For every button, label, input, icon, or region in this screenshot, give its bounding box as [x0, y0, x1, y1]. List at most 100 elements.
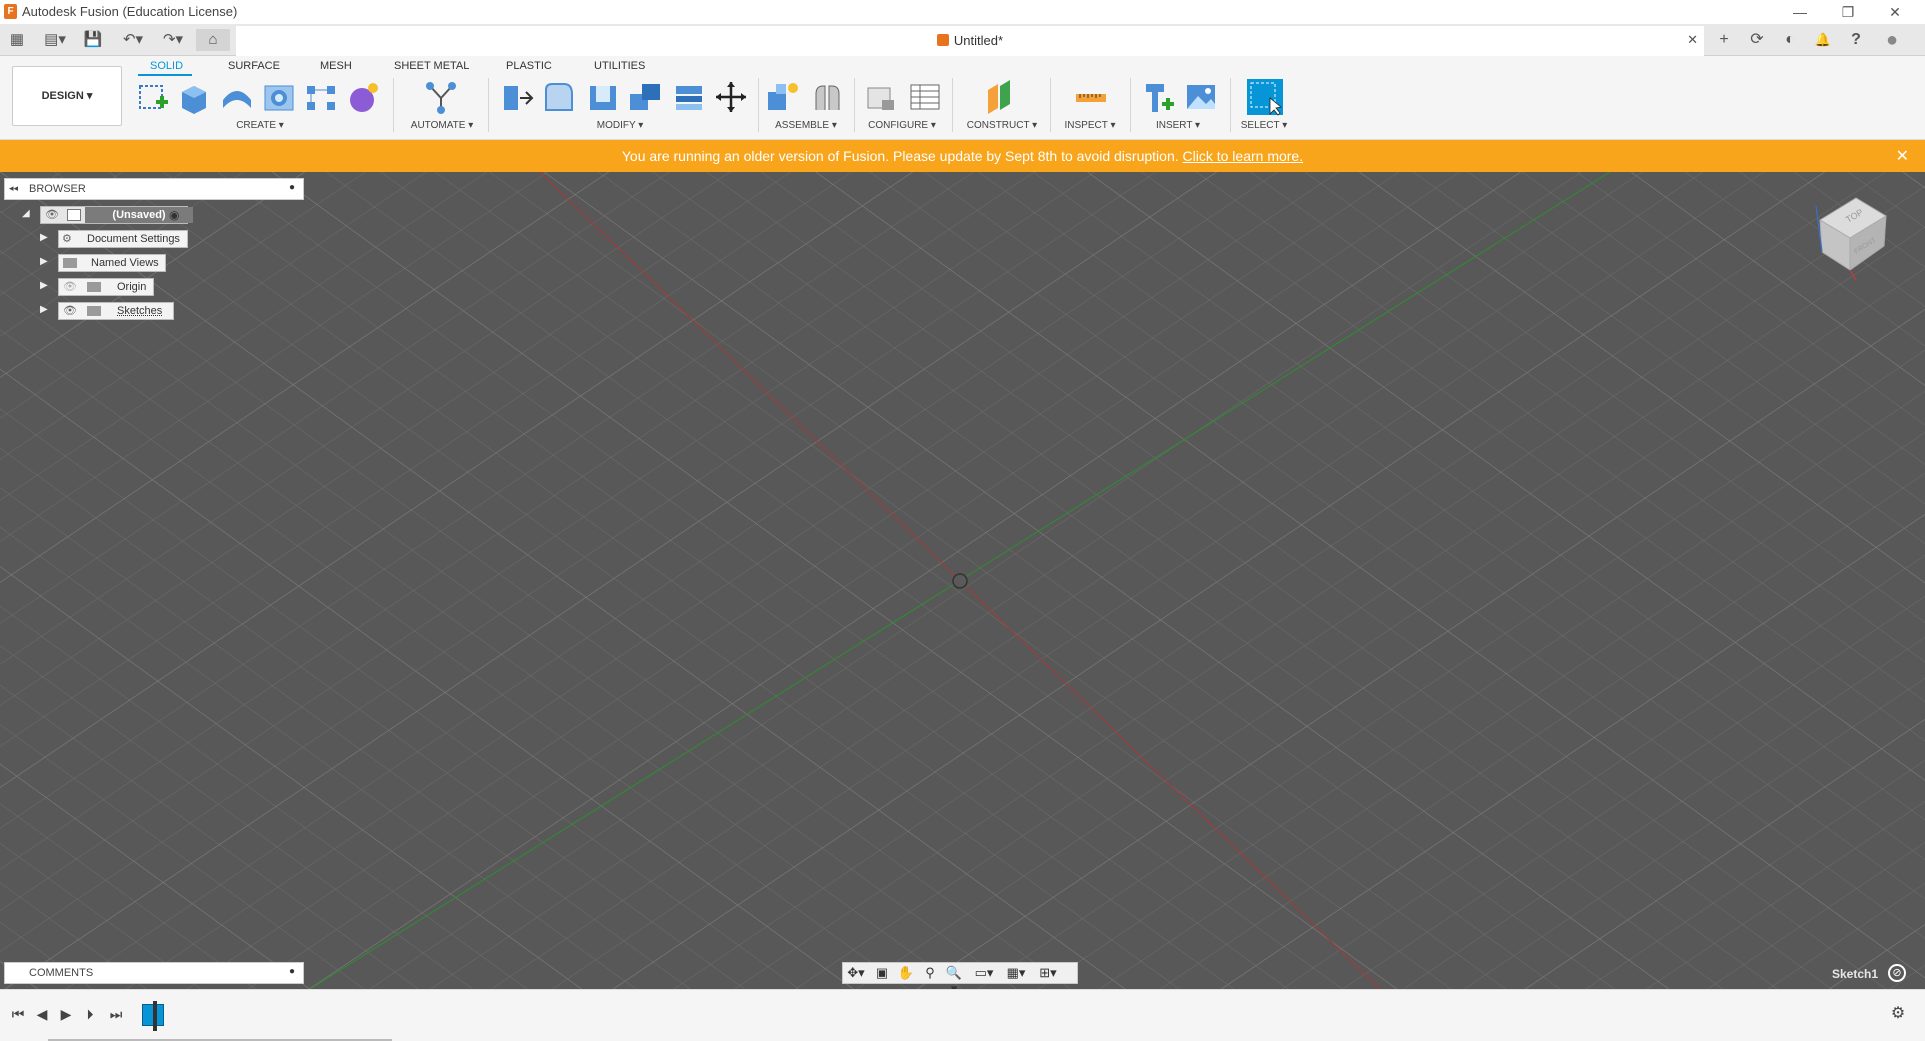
pattern-icon[interactable] [304, 80, 338, 114]
minimize-button[interactable]: — [1785, 2, 1815, 22]
go-to-end-icon[interactable]: ⏭ [106, 1004, 126, 1024]
viewports-icon[interactable]: ⊞▾ [1037, 965, 1059, 981]
activate-radio-icon[interactable]: ◉ [169, 207, 179, 223]
ribbon-separator [758, 78, 759, 132]
new-tab-icon[interactable]: + [1712, 29, 1736, 51]
file-menu-icon[interactable]: ▤▾ [38, 29, 72, 51]
save-icon[interactable]: 💾 [82, 29, 104, 51]
display-settings-icon[interactable]: ▭▾ [973, 965, 995, 981]
viewcube[interactable]: TOP FRONT [1810, 190, 1890, 280]
play-icon[interactable]: ▶ [56, 1004, 76, 1024]
workspace-switcher-button[interactable]: DESIGN ▾ [12, 66, 122, 126]
close-window-button[interactable]: ✕ [1880, 2, 1910, 22]
inspect-group-label[interactable]: INSPECT ▾ [1050, 120, 1130, 131]
extrude-icon[interactable] [178, 80, 212, 114]
offset-face-icon[interactable] [672, 80, 706, 114]
data-panel-grid-icon[interactable]: ▦ [6, 29, 28, 51]
hidden-eye-icon[interactable]: 👁 [63, 279, 77, 295]
combine-icon[interactable] [628, 80, 662, 114]
pan-hand-icon[interactable]: ✋ [895, 965, 917, 981]
document-tab-title: Untitled* [953, 33, 1004, 48]
collapse-browser-icon[interactable]: ◂◂ [9, 183, 18, 194]
banner-close-icon[interactable]: ✕ [1896, 146, 1909, 166]
offset-plane-icon[interactable] [984, 80, 1018, 114]
step-back-icon[interactable]: ◀ [32, 1004, 52, 1024]
create-form-icon[interactable] [346, 80, 380, 114]
timeline-marker[interactable] [153, 1001, 157, 1031]
zoom-icon[interactable]: ⚲ [919, 965, 941, 981]
visibility-eye-icon[interactable]: 👁 [63, 303, 77, 319]
job-status-icon[interactable]: ⟳ [1745, 29, 1769, 51]
document-cube-icon [936, 34, 949, 46]
expand-root-arrow-icon[interactable]: ◢ [22, 208, 34, 222]
redo-icon[interactable]: ↷▾ [156, 29, 190, 51]
browser-panel-header[interactable]: ◂◂ BROWSER ● [4, 178, 304, 200]
learn-more-link[interactable]: Click to learn more. [1183, 148, 1304, 164]
browser-item-named-views[interactable]: Named Views [58, 254, 166, 272]
insert-derive-icon[interactable] [1142, 80, 1176, 114]
move-copy-icon[interactable] [714, 80, 748, 114]
close-tab-button[interactable]: ✕ [1687, 32, 1698, 48]
active-tab-indicator [138, 74, 192, 76]
fit-icon[interactable]: 🔍▾ [943, 965, 965, 996]
expand-arrow-icon[interactable]: ▶ [40, 232, 52, 246]
undo-icon[interactable]: ↶▾ [116, 29, 150, 51]
configure-group-label[interactable]: CONFIGURE ▾ [860, 120, 944, 131]
canvas-viewport[interactable] [0, 172, 1925, 989]
browser-root-node[interactable]: 👁 (Unsaved) ◉ [40, 206, 193, 224]
measure-icon[interactable] [1074, 80, 1108, 114]
insert-canvas-icon[interactable] [1184, 80, 1218, 114]
notifications-bell-icon[interactable]: 🔔 [1811, 29, 1835, 51]
document-tab[interactable]: Untitled* ✕ [236, 26, 1704, 56]
tab-solid[interactable]: SOLID [150, 60, 183, 72]
profile-avatar-icon[interactable]: ● [1880, 29, 1904, 51]
joint-icon[interactable] [810, 80, 844, 114]
home-icon[interactable]: ⌂ [196, 29, 230, 51]
go-to-start-icon[interactable]: ⏮ [8, 1004, 28, 1024]
browser-item-document-settings[interactable]: ⚙ Document Settings [58, 230, 188, 248]
select-group-label[interactable]: SELECT ▾ [1224, 120, 1304, 131]
tab-plastic[interactable]: PLASTIC [506, 60, 552, 72]
comments-add-icon[interactable]: ● [289, 966, 295, 977]
timeline-sketch-feature-icon[interactable] [142, 1001, 164, 1031]
new-component-icon[interactable] [766, 80, 800, 114]
automate-icon[interactable] [424, 80, 458, 114]
step-forward-icon[interactable]: ⏵ [80, 1004, 100, 1024]
shell-icon[interactable] [586, 80, 620, 114]
revolve-icon[interactable] [220, 80, 254, 114]
help-icon[interactable]: ? [1844, 29, 1868, 51]
automate-group-label[interactable]: AUTOMATE ▾ [402, 120, 482, 131]
select-icon[interactable] [1246, 78, 1284, 116]
tab-sheet-metal[interactable]: SHEET METAL [394, 60, 469, 72]
online-status-icon[interactable]: ◐ [1778, 29, 1802, 51]
hole-icon[interactable] [262, 80, 296, 114]
press-pull-icon[interactable] [500, 80, 534, 114]
fillet-icon[interactable] [542, 80, 576, 114]
create-group-label[interactable]: CREATE ▾ [220, 120, 300, 131]
orbit-icon[interactable]: ✥▾ [845, 965, 867, 981]
timeline-settings-gear-icon[interactable]: ⚙ [1888, 1004, 1908, 1024]
look-at-icon[interactable]: ▣ [871, 965, 893, 981]
tab-surface[interactable]: SURFACE [228, 60, 280, 72]
insert-group-label[interactable]: INSERT ▾ [1138, 120, 1218, 131]
comments-panel-header[interactable]: COMMENTS ● [4, 962, 304, 984]
browser-pin-icon[interactable]: ● [289, 182, 295, 193]
construct-group-label[interactable]: CONSTRUCT ▾ [960, 120, 1044, 131]
maximize-button[interactable]: ❐ [1833, 2, 1863, 22]
expand-arrow-icon[interactable]: ▶ [40, 256, 52, 270]
tab-utilities[interactable]: UTILITIES [594, 60, 645, 72]
visibility-eye-icon[interactable]: 👁 [45, 207, 59, 223]
grid-settings-icon[interactable]: ▦▾ [1005, 965, 1027, 981]
ribbon-separator [488, 78, 489, 132]
create-sketch-icon[interactable] [136, 80, 170, 114]
expand-arrow-icon[interactable]: ▶ [40, 304, 52, 318]
browser-item-origin[interactable]: 👁 Origin [58, 278, 154, 296]
configure-model-icon[interactable] [864, 80, 898, 114]
configuration-table-icon[interactable] [908, 80, 942, 114]
tab-mesh[interactable]: MESH [320, 60, 352, 72]
modify-group-label[interactable]: MODIFY ▾ [580, 120, 660, 131]
expand-arrow-icon[interactable]: ▶ [40, 280, 52, 294]
sketch-status-icon[interactable]: ⊘ [1888, 964, 1906, 982]
browser-item-sketches[interactable]: 👁 Sketches [58, 302, 174, 320]
assemble-group-label[interactable]: ASSEMBLE ▾ [764, 120, 848, 131]
